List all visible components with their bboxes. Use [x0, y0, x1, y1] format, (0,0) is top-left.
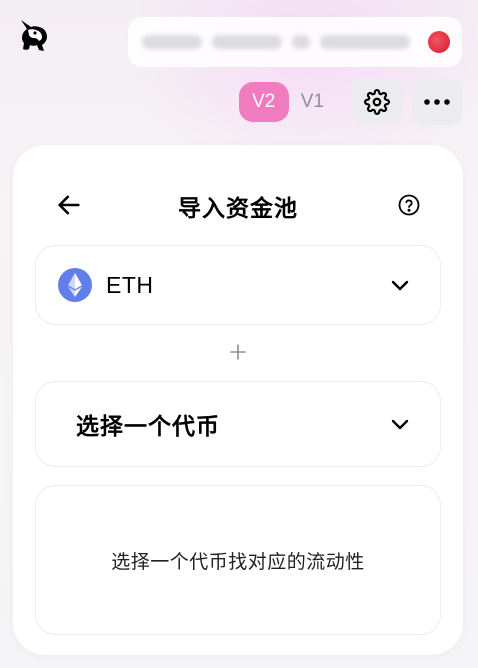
blurred-address-part — [292, 35, 310, 49]
blurred-address-part — [142, 35, 202, 49]
page-title: 导入资金池 — [178, 196, 298, 222]
blurred-address-part — [212, 35, 282, 49]
more-dots-icon — [424, 99, 450, 105]
import-pool-card: 导入资金池 ETH 选择一个代币 选择一个代币找对应的流动性 — [13, 145, 463, 655]
ethereum-icon — [58, 268, 92, 302]
version-v1-button[interactable]: V1 — [293, 82, 332, 122]
chevron-down-icon — [391, 419, 409, 430]
token-b-placeholder: 选择一个代币 — [76, 414, 220, 440]
question-circle-icon[interactable] — [397, 193, 421, 217]
version-v2-button[interactable]: V2 — [238, 82, 289, 122]
card-header: 导入资金池 — [13, 183, 463, 227]
token-a-symbol: ETH — [106, 271, 154, 298]
plus-icon — [230, 344, 246, 360]
chevron-down-icon — [391, 280, 409, 291]
liquidity-info-box: 选择一个代币找对应的流动性 — [35, 485, 441, 635]
more-button[interactable] — [412, 79, 462, 125]
account-status-icon — [428, 31, 450, 53]
info-message: 选择一个代币找对应的流动性 — [111, 550, 365, 573]
uniswap-unicorn-icon[interactable] — [14, 16, 54, 56]
token-a-selector[interactable]: ETH — [35, 245, 441, 325]
version-toolbar: V2 V1 — [238, 79, 462, 125]
gear-icon — [364, 89, 390, 115]
blurred-address-part — [320, 35, 410, 49]
token-b-selector[interactable]: 选择一个代币 — [35, 381, 441, 467]
account-pill[interactable] — [128, 17, 462, 67]
settings-button[interactable] — [352, 79, 402, 125]
